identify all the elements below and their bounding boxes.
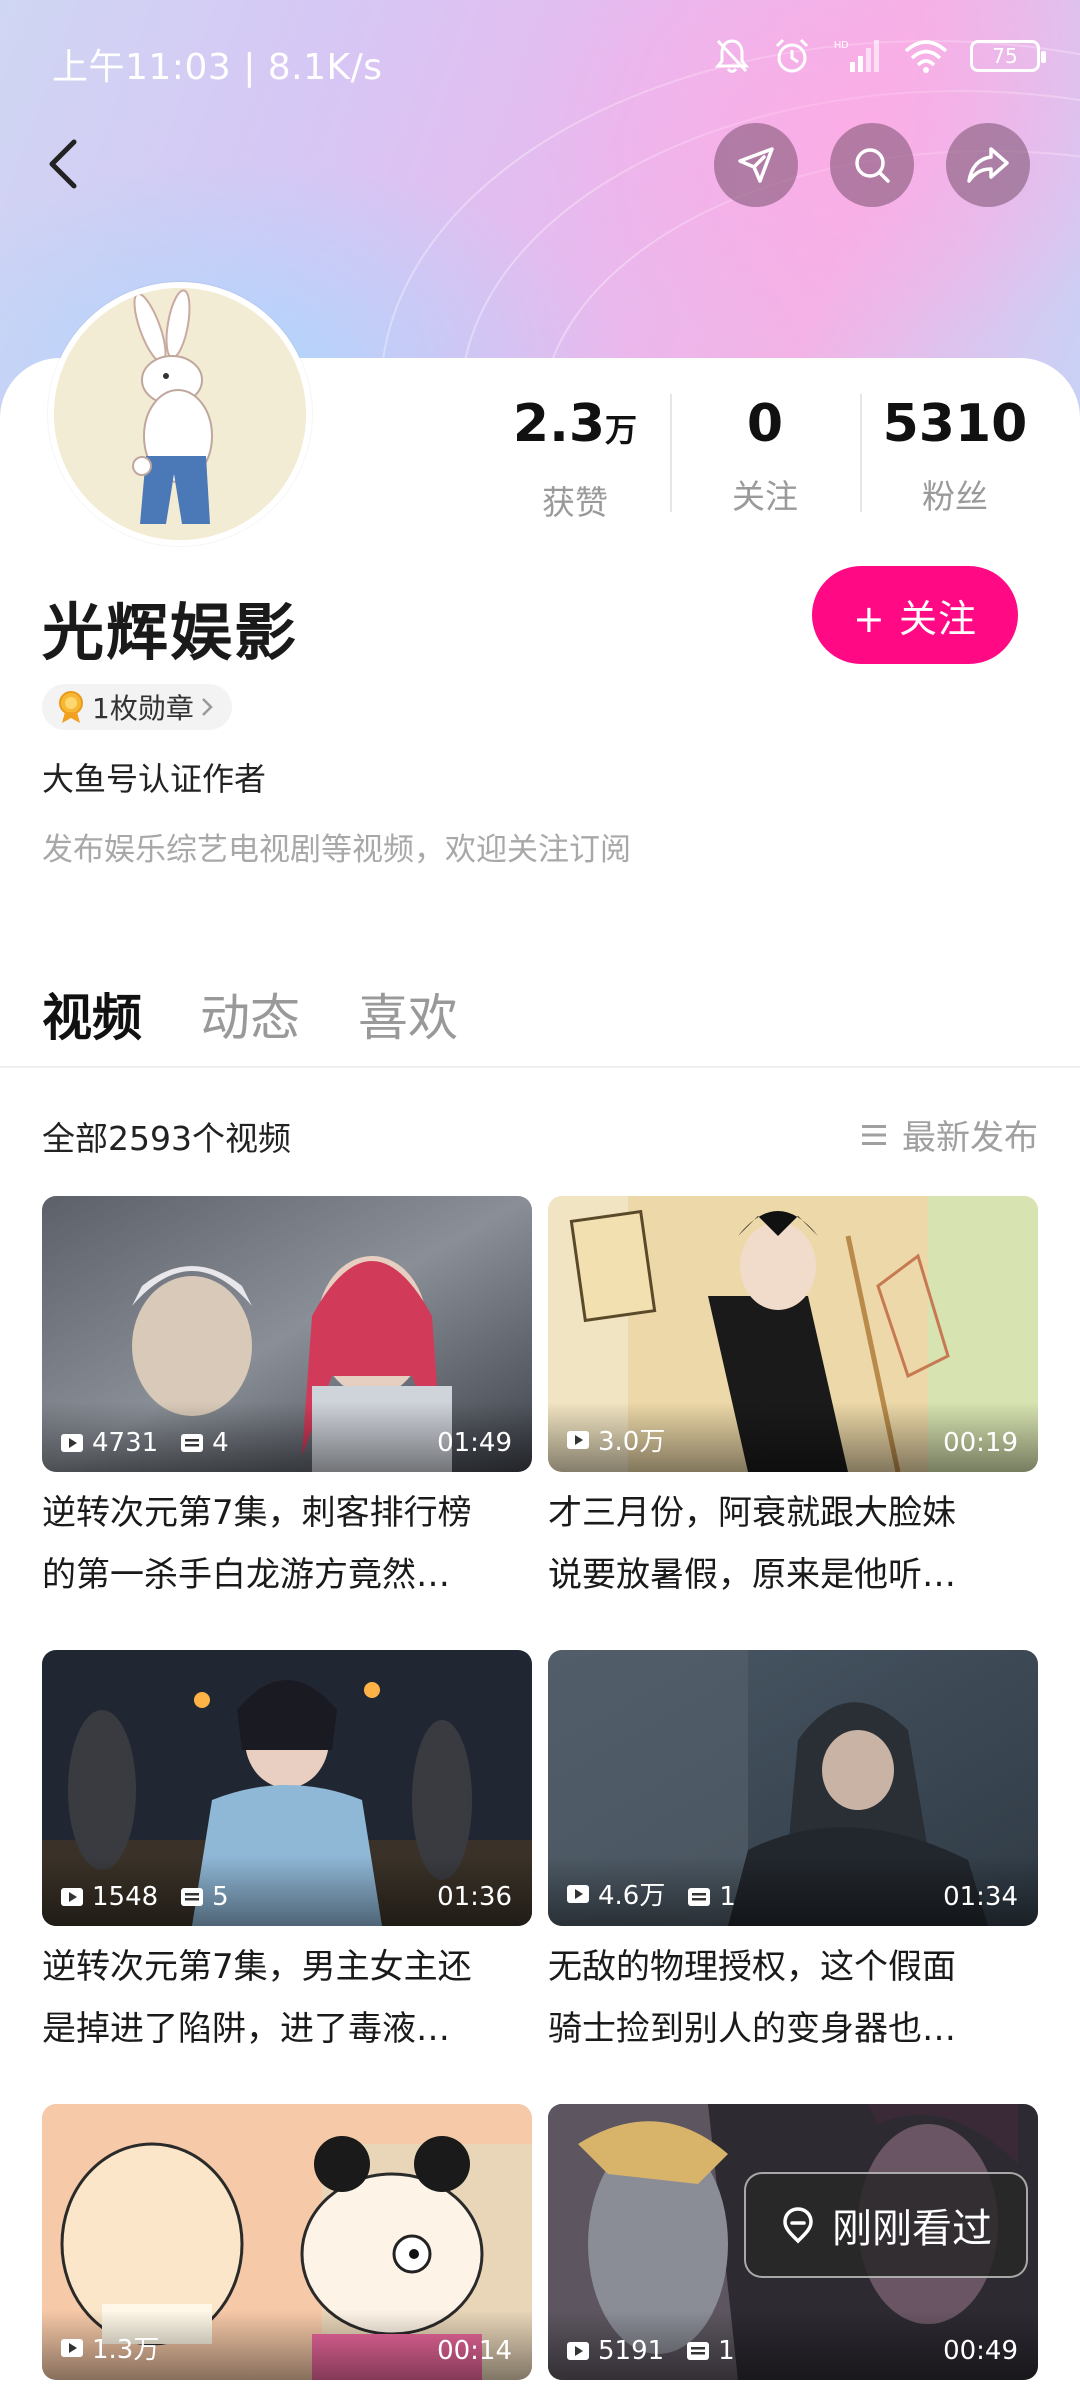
video-thumbnail[interactable]: 1.3万 00:14	[42, 2104, 532, 2380]
svg-text:HD: HD	[834, 40, 848, 51]
video-meta: 4.6万 1 01:34	[548, 1856, 1038, 1926]
play-count: 1.3万	[92, 2335, 160, 2365]
tab-videos[interactable]: 视频	[42, 978, 142, 1050]
sort-button[interactable]: 最新发布	[860, 1110, 1038, 1159]
stat-following-value: 0	[746, 394, 784, 454]
alarm-icon	[775, 38, 809, 73]
profile-name: 光辉娱影	[42, 596, 299, 669]
episode-count: 5	[212, 1882, 229, 1912]
recently-watched-button[interactable]: 刚刚看过	[744, 2172, 1028, 2278]
video-card[interactable]: 1.3万 00:14	[42, 2104, 532, 2380]
video-card[interactable]: 3.0万 00:19 才三月份，阿衰就跟大脸妹 说要放暑假，原来是他听…	[548, 1196, 1038, 1606]
video-thumbnail[interactable]: 1548 5 01:36	[42, 1650, 532, 1926]
play-count: 1548	[92, 1882, 159, 1912]
verification-text: 大鱼号认证作者	[42, 760, 267, 798]
stat-followers-label: 粉丝	[922, 477, 988, 516]
video-thumbnail[interactable]: 4731 4 01:49	[42, 1196, 532, 1472]
video-card[interactable]: 4731 4 01:49 逆转次元第7集，刺客排行榜 的第一杀手白龙游方竟然…	[42, 1196, 532, 1606]
episode-list-icon	[687, 2342, 710, 2360]
video-card[interactable]: 1548 5 01:36 逆转次元第7集，男主女主还 是掉进了陷阱，进了毒液…	[42, 1650, 532, 2060]
stat-following-label: 关注	[732, 477, 798, 516]
stat-followers[interactable]: 5310 粉丝	[860, 388, 1050, 518]
avatar[interactable]	[48, 282, 312, 546]
play-count: 5191	[598, 2336, 665, 2366]
mute-bell-icon	[714, 39, 750, 73]
medal-icon	[59, 691, 83, 723]
episode-list-icon	[688, 1888, 711, 1906]
video-title[interactable]: 才三月份，阿衰就跟大脸妹 说要放暑假，原来是他听…	[548, 1482, 1038, 1606]
play-icon	[61, 2338, 83, 2357]
medal-badge[interactable]: 1枚勋章	[42, 684, 232, 730]
send-button[interactable]	[714, 123, 798, 207]
status-icons: HD 75	[714, 36, 1046, 76]
video-meta: 5191 1 00:49	[548, 2310, 1038, 2380]
episode-count: 1	[719, 1882, 736, 1912]
location-pin-icon	[783, 2207, 813, 2244]
play-icon	[61, 1888, 83, 1906]
back-arrow-icon	[49, 139, 77, 189]
video-count: 全部2593个视频	[42, 1119, 291, 1158]
video-meta: 1.3万 00:14	[42, 2310, 532, 2380]
follow-button[interactable]: + 关注	[812, 566, 1018, 664]
status-bar: 上午11:03 | 8.1K/s HD 75	[0, 0, 1080, 110]
episode-list-icon	[181, 1434, 204, 1452]
video-thumbnail[interactable]: 3.0万 00:19	[548, 1196, 1038, 1472]
tabs-divider	[0, 1066, 1080, 1068]
sort-label: 最新发布	[902, 1118, 1038, 1158]
bio-text: 发布娱乐综艺电视剧等视频，欢迎关注订阅	[42, 832, 631, 868]
search-button[interactable]	[830, 123, 914, 207]
rabbit-avatar-image	[54, 288, 306, 540]
back-button[interactable]	[34, 128, 94, 200]
video-duration: 01:49	[437, 1428, 512, 1458]
battery-level: 75	[992, 44, 1018, 68]
list-sort-icon	[862, 1124, 886, 1145]
video-meta: 1548 5 01:36	[42, 1856, 532, 1926]
play-count: 4.6万	[598, 1881, 666, 1911]
video-title[interactable]: 逆转次元第7集，男主女主还 是掉进了陷阱，进了毒液…	[42, 1936, 532, 2060]
stat-followers-value: 5310	[882, 394, 1028, 454]
signal-icon: HD	[834, 40, 879, 72]
video-duration: 00:14	[437, 2336, 512, 2366]
stat-following[interactable]: 0 关注	[670, 388, 860, 518]
play-icon	[567, 2342, 589, 2360]
video-card[interactable]: 4.6万 1 01:34 无敌的物理授权，这个假面 骑士捡到别人的变身器也…	[548, 1650, 1038, 2060]
episode-count: 4	[212, 1428, 229, 1458]
tab-activity[interactable]: 动态	[200, 978, 300, 1050]
video-meta: 4731 4 01:49	[42, 1402, 532, 1472]
video-duration: 00:49	[943, 2336, 1018, 2366]
battery-indicator: 75	[970, 40, 1046, 72]
video-thumbnail[interactable]: 4.6万 1 01:34	[548, 1650, 1038, 1926]
video-meta: 3.0万 00:19	[548, 1402, 1038, 1472]
share-arrow-icon	[967, 147, 1009, 183]
status-time: 上午11:03 | 8.1K/s	[52, 47, 383, 88]
stat-likes-label: 获赞	[542, 483, 608, 522]
play-count: 3.0万	[598, 1427, 666, 1457]
share-button[interactable]	[946, 123, 1030, 207]
tab-likes[interactable]: 喜欢	[358, 978, 458, 1050]
search-icon	[855, 148, 890, 183]
play-icon	[567, 1884, 589, 1903]
wifi-icon	[904, 40, 948, 73]
episode-list-icon	[181, 1888, 204, 1906]
play-icon	[61, 1434, 83, 1452]
play-icon	[567, 1430, 589, 1449]
play-count: 4731	[92, 1428, 159, 1458]
content-tabs: 视频 动态 喜欢	[42, 978, 458, 1050]
video-title[interactable]: 逆转次元第7集，刺客排行榜 的第一杀手白龙游方竟然…	[42, 1482, 532, 1606]
paper-plane-icon	[738, 147, 774, 183]
medal-label: 1枚勋章	[92, 692, 194, 725]
video-duration: 01:34	[943, 1882, 1018, 1912]
chevron-right-icon	[201, 698, 213, 716]
stat-likes[interactable]: 2.3万 获赞	[480, 388, 670, 522]
profile-stats: 2.3万 获赞 0 关注 5310 粉丝	[480, 388, 1060, 522]
video-title[interactable]: 无敌的物理授权，这个假面 骑士捡到别人的变身器也…	[548, 1936, 1038, 2060]
video-duration: 00:19	[943, 1428, 1018, 1458]
stat-likes-value: 2.3万	[512, 394, 638, 454]
episode-count: 1	[718, 2336, 735, 2366]
recently-watched-label: 刚刚看过	[832, 2206, 992, 2252]
video-duration: 01:36	[437, 1882, 512, 1912]
